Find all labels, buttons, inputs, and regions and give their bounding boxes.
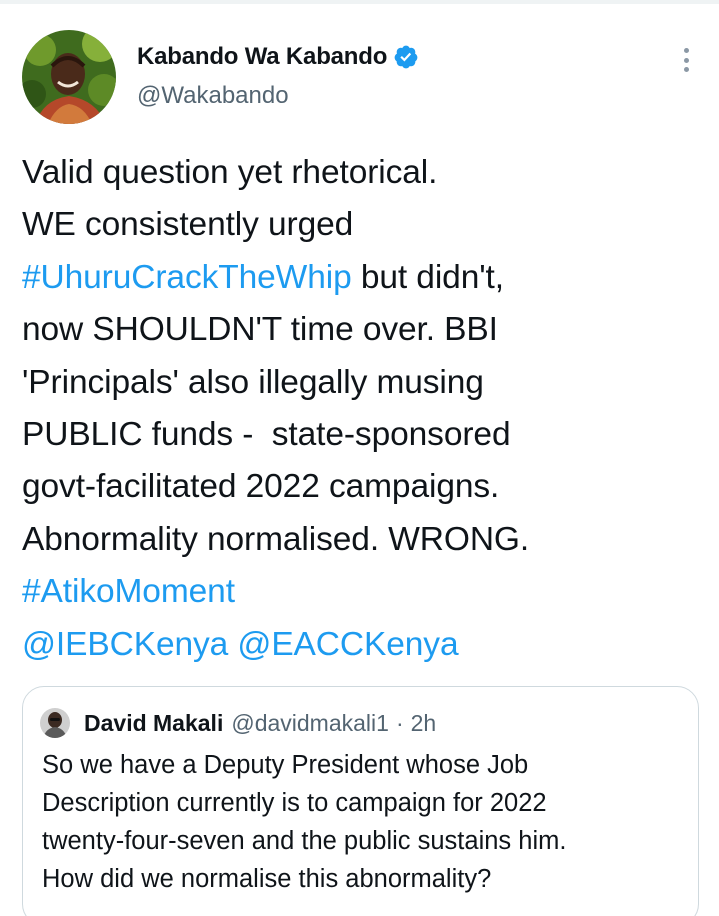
tweet-text-line: now SHOULDN'T time over. BBI <box>22 304 702 356</box>
quoted-author-avatar <box>40 708 70 738</box>
quoted-text-line: So we have a Deputy President whose Job <box>42 751 529 779</box>
quoted-timestamp: 2h <box>410 709 437 736</box>
mention-link[interactable]: @EACCKenya <box>237 626 458 663</box>
tweet-text-line: #AtikoMoment <box>22 566 702 618</box>
tweet-text-segment: 'Principals' also illegally musing <box>22 363 484 401</box>
quoted-tweet[interactable]: David Makali @davidmakali1 · 2h So we ha… <box>22 686 699 916</box>
tweet-text-segment: but didn't, <box>351 258 504 296</box>
tweet-text-line: govt-facilitated 2022 campaigns. <box>22 461 702 513</box>
tweet-text-line: Abnormality normalised. WRONG. <box>22 514 702 566</box>
tweet-text-line: Valid question yet rhetorical. <box>22 147 702 199</box>
tweet-body: Valid question yet rhetorical. WE consist… <box>22 147 702 671</box>
tweet-text-segment: govt-facilitated 2022 campaigns. <box>22 468 500 506</box>
verified-badge-icon <box>393 44 419 70</box>
tweet-text-segment: Valid question yet rhetorical. <box>22 154 438 191</box>
tweet-text-segment: PUBLIC funds - state-sponsored <box>22 415 511 453</box>
author-display-name[interactable]: Kabando Wa Kabando <box>137 43 387 71</box>
top-divider <box>0 0 719 4</box>
author-handle[interactable]: @Wakabando <box>137 82 419 110</box>
profile-photo-icon <box>22 30 116 124</box>
quoted-text-line: How did we normalise this abnormality? <box>42 865 492 893</box>
quoted-author-handle: @davidmakali1 <box>231 709 389 736</box>
tweet-text-line: 'Principals' also illegally musing <box>22 357 702 409</box>
quoted-author-name: David Makali <box>84 709 224 736</box>
hashtag-link[interactable]: #AtikoMoment <box>22 573 235 610</box>
tweet-text-line: PUBLIC funds - state-sponsored <box>22 409 702 461</box>
tweet-text-line: #UhuruCrackTheWhip but didn't, <box>22 252 702 304</box>
tweet-header: Kabando Wa Kabando @Wakabando <box>22 30 702 126</box>
quoted-text-line: twenty-four-seven and the public sustain… <box>42 827 567 855</box>
tweet-text-segment: Abnormality normalised. WRONG. <box>22 520 530 558</box>
mention-link[interactable]: @IEBCKenya <box>22 626 228 663</box>
tweet-text-line: @IEBCKenya @EACCKenya <box>22 619 702 671</box>
tweet-text-line: WE consistently urged <box>22 199 702 251</box>
tweet-text-segment: WE consistently urged <box>22 206 354 244</box>
author-avatar[interactable] <box>22 30 116 124</box>
quoted-text-line: Description currently is to campaign for… <box>42 789 547 817</box>
quoted-tweet-body: So we have a Deputy President whose Job … <box>42 746 682 898</box>
hashtag-link[interactable]: #UhuruCrackTheWhip <box>22 259 352 296</box>
meta-separator: · <box>395 709 404 736</box>
more-options-icon[interactable] <box>674 45 698 75</box>
tweet-text-segment: now SHOULDN'T time over. BBI <box>22 311 498 349</box>
